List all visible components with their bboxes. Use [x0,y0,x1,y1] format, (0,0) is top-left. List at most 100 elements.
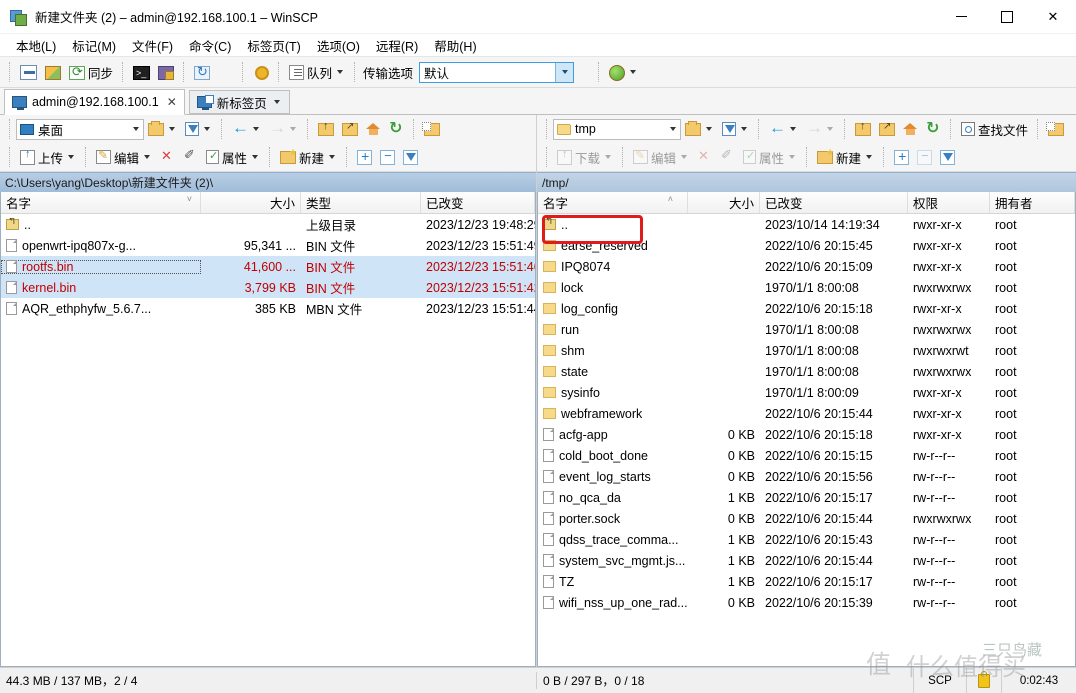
table-row[interactable]: kernel.bin 3,799 KB BIN 文件 2023/12/23 15… [1,277,535,298]
remote-filter-chevron-icon[interactable] [741,127,747,131]
remote-delete-button[interactable] [693,144,716,170]
download-chevron-icon[interactable] [605,155,612,159]
local-open-directory-button[interactable] [144,116,181,142]
remote-column-rights[interactable]: 权限 [908,192,990,213]
transfer-settings-button[interactable] [605,59,642,85]
queue-button[interactable]: 队列 [285,59,349,85]
remote-select-filter-button[interactable] [936,144,959,170]
remote-forward-chevron-icon[interactable] [827,127,833,131]
local-parent-directory-button[interactable] [314,116,338,142]
remote-open-directory-button[interactable] [681,116,718,142]
putty-session-button[interactable] [154,59,178,85]
table-row[interactable]: lock 1970/1/1 8:00:08 rwxrwxrwx root [538,277,1075,298]
local-unselect-button[interactable] [376,144,399,170]
remote-directory-tree-button[interactable] [1044,116,1068,142]
synchronize-button[interactable]: 同步 [65,59,117,85]
local-column-modified[interactable]: 已改变 [421,192,535,213]
remote-back-button[interactable] [765,116,802,142]
tab-close-icon[interactable]: ✕ [167,95,177,109]
table-row[interactable]: wifi_nss_up_one_rad... 0 KB 2022/10/6 20:1… [538,592,1075,613]
table-row[interactable]: shm 1970/1/1 8:00:08 rwxrwxrwt root [538,340,1075,361]
local-root-directory-button[interactable] [338,116,362,142]
remote-properties-button[interactable]: 属性 [739,144,801,170]
local-forward-chevron-icon[interactable] [290,127,296,131]
remote-edit-button[interactable]: 编辑 [629,144,693,170]
local-column-name[interactable]: 名字 ˅ [1,192,201,213]
table-row[interactable]: AQR_ethphyfw_5.6.7... 385 KB MBN 文件 2023… [1,298,535,319]
remote-column-size[interactable]: 大小 [688,192,760,213]
download-button[interactable]: 下载 [553,144,617,170]
table-row[interactable]: event_log_starts 0 KB 2022/10/6 20:15:56 rw… [538,466,1075,487]
remote-new-button[interactable]: 新建 [813,144,878,170]
table-row[interactable]: openwrt-ipq807x-g... 95,341 ... BIN 文件 2… [1,235,535,256]
local-column-type[interactable]: 类型 [301,192,421,213]
table-row[interactable]: cold_boot_done 0 KB 2022/10/6 20:15:15 rw-r… [538,445,1075,466]
remote-forward-button[interactable] [802,116,839,142]
new-tab-chevron-down-icon[interactable] [273,100,280,104]
local-column-size[interactable]: 大小 [201,192,301,213]
remote-parent-directory-button[interactable] [851,116,875,142]
table-row[interactable]: acfg-app 0 KB 2022/10/6 20:15:18 rwxr-xr-x r… [538,424,1075,445]
local-edit-button[interactable]: 编辑 [92,144,156,170]
chevron-down-icon[interactable] [337,70,344,74]
local-select-filter-button[interactable] [399,144,422,170]
table-row[interactable]: webframework 2022/10/6 20:15:44 rwxr-xr-x r… [538,403,1075,424]
remote-root-directory-button[interactable] [875,116,899,142]
local-properties-button[interactable]: 属性 [202,144,264,170]
table-row[interactable]: system_svc_mgmt.js... 1 KB 2022/10/6 20:15… [538,550,1075,571]
remote-rename-button[interactable] [716,144,739,170]
upload-chevron-icon[interactable] [68,155,75,159]
menu-mark[interactable]: 标记(M) [64,34,124,57]
synchronize-browsing-button[interactable] [41,59,65,85]
local-new-button[interactable]: 新建 [276,144,341,170]
local-location-combobox[interactable]: 桌面 [16,118,144,140]
remote-column-modified[interactable]: 已改变 [760,192,908,213]
table-row[interactable]: sysinfo 1970/1/1 8:00:09 rwxr-xr-x root [538,382,1075,403]
transfer-chevron-down-icon[interactable] [630,70,637,74]
local-select-button[interactable] [353,144,376,170]
refresh-both-button[interactable] [190,59,214,85]
tab-session[interactable]: admin@192.168.100.1 ✕ [4,89,185,115]
preferences-button[interactable] [249,59,273,85]
table-row[interactable]: IPQ8074 2022/10/6 20:15:09 rwxr-xr-x root [538,256,1075,277]
remote-filter-button[interactable] [718,116,753,142]
transfer-options-combobox[interactable]: 默认 [419,61,575,83]
remote-unselect-button[interactable] [913,144,936,170]
local-filter-chevron-icon[interactable] [204,127,210,131]
remote-location-chevron-down-icon[interactable] [666,127,680,131]
open-terminal-button[interactable] [129,59,154,85]
table-row[interactable]: rootfs.bin 41,600 ... BIN 文件 2023/12/23 … [1,256,535,277]
remote-column-name[interactable]: 名字 ˄ [538,192,688,213]
remote-edit-chevron-icon[interactable] [681,155,688,159]
compare-directories-button[interactable] [16,59,41,85]
menu-options[interactable]: 选项(O) [309,34,368,57]
table-row[interactable]: .. 上级目录 2023/12/23 19:48:29 [1,214,535,235]
table-row[interactable]: .. 2023/10/14 14:19:34 rwxr-xr-x root [538,214,1075,235]
local-filter-button[interactable] [181,116,216,142]
table-row[interactable]: no_qca_da 1 KB 2022/10/6 20:15:17 rw-r--r--… [538,487,1075,508]
transfer-options-chevron-down-icon[interactable] [555,62,574,82]
remote-refresh-button[interactable] [922,116,945,142]
menu-remote[interactable]: 远程(R) [368,34,426,57]
table-row[interactable]: run 1970/1/1 8:00:08 rwxrwxrwx root [538,319,1075,340]
local-refresh-button[interactable] [385,116,408,142]
table-row[interactable]: qdss_trace_comma... 1 KB 2022/10/6 20:15:4… [538,529,1075,550]
table-row[interactable]: log_config 2022/10/6 20:15:18 rwxr-xr-x roo… [538,298,1075,319]
table-row[interactable]: porter.sock 0 KB 2022/10/6 20:15:44 rwxrwxr… [538,508,1075,529]
menu-commands[interactable]: 命令(C) [181,34,239,57]
table-row[interactable]: earse_reserved 2022/10/6 20:15:45 rwxr-xr-… [538,235,1075,256]
local-properties-chevron-icon[interactable] [252,155,259,159]
menu-files[interactable]: 文件(F) [124,34,181,57]
local-edit-chevron-icon[interactable] [144,155,151,159]
minimize-button[interactable] [938,0,984,33]
remote-back-chevron-icon[interactable] [790,127,796,131]
local-rename-button[interactable] [179,144,202,170]
local-forward-button[interactable] [265,116,302,142]
maximize-button[interactable] [984,0,1030,33]
remote-properties-chevron-icon[interactable] [789,155,796,159]
remote-new-chevron-icon[interactable] [866,155,873,159]
local-new-chevron-icon[interactable] [329,155,336,159]
remote-home-directory-button[interactable] [899,116,922,142]
remote-column-owner[interactable]: 拥有者 [990,192,1075,213]
local-back-chevron-icon[interactable] [253,127,259,131]
